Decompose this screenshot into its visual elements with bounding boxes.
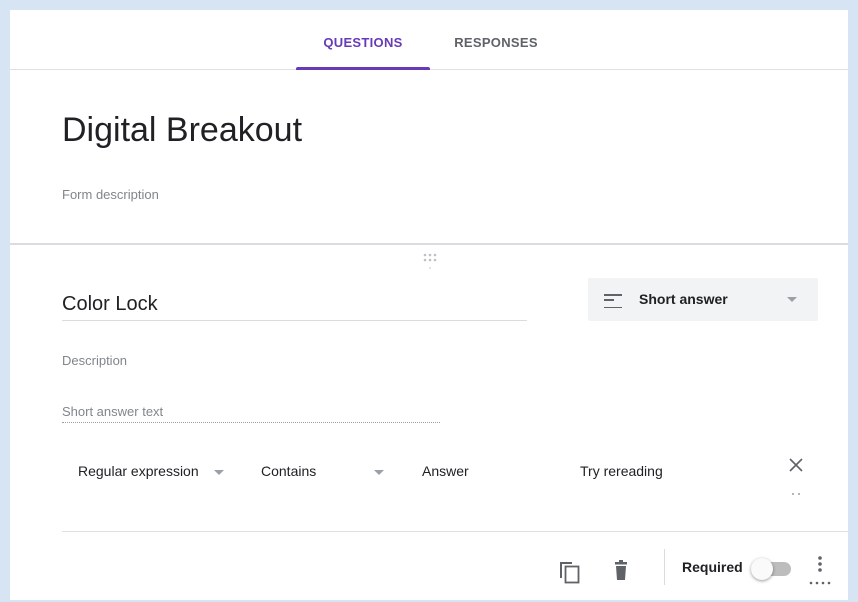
- delete-icon[interactable]: [610, 559, 634, 585]
- form-title[interactable]: Digital Breakout: [62, 111, 302, 150]
- question-type-label: Short answer: [639, 291, 728, 307]
- footer-divider: [62, 531, 848, 532]
- tab-responses[interactable]: RESPONSES: [438, 10, 554, 70]
- chevron-down-icon: [787, 297, 797, 302]
- validation-error-text-input[interactable]: Try rereading: [580, 463, 663, 479]
- required-label: Required: [682, 559, 743, 575]
- toggle-thumb: [751, 558, 773, 580]
- active-tab-indicator: [296, 67, 430, 70]
- validation-type-select[interactable]: Regular expression: [78, 463, 199, 479]
- response-validation-row: Regular expression Contains Answer Try r…: [10, 452, 848, 495]
- question-title: Color Lock: [62, 293, 158, 315]
- validation-condition-select[interactable]: Contains: [261, 463, 316, 479]
- footer-divider-vertical: [664, 549, 665, 585]
- tab-bar: QUESTIONS RESPONSES: [10, 10, 848, 70]
- short-answer-placeholder: Short answer text: [62, 404, 164, 419]
- required-toggle[interactable]: [751, 558, 791, 580]
- drag-handle-icon[interactable]: [421, 251, 439, 271]
- short-answer-preview: Short answer text: [62, 403, 440, 423]
- chevron-down-icon[interactable]: [374, 470, 384, 475]
- validation-pattern-input[interactable]: Answer: [422, 463, 469, 479]
- question-type-select[interactable]: Short answer: [588, 278, 818, 321]
- more-vert-icon[interactable]: [807, 553, 833, 587]
- close-icon[interactable]: [786, 455, 806, 495]
- form-description-field[interactable]: Form description: [62, 187, 159, 202]
- question-title-field[interactable]: Color Lock: [62, 287, 527, 321]
- duplicate-icon[interactable]: [558, 560, 582, 586]
- question-card: Color Lock Short answer Description Shor…: [10, 247, 848, 600]
- short-answer-icon: [604, 294, 622, 308]
- form-editor: QUESTIONS RESPONSES Digital Breakout For…: [10, 10, 848, 600]
- form-title-card: Digital Breakout Form description: [10, 71, 848, 245]
- chevron-down-icon[interactable]: [214, 470, 224, 475]
- tab-questions[interactable]: QUESTIONS: [296, 10, 430, 70]
- question-description-field[interactable]: Description: [62, 353, 127, 368]
